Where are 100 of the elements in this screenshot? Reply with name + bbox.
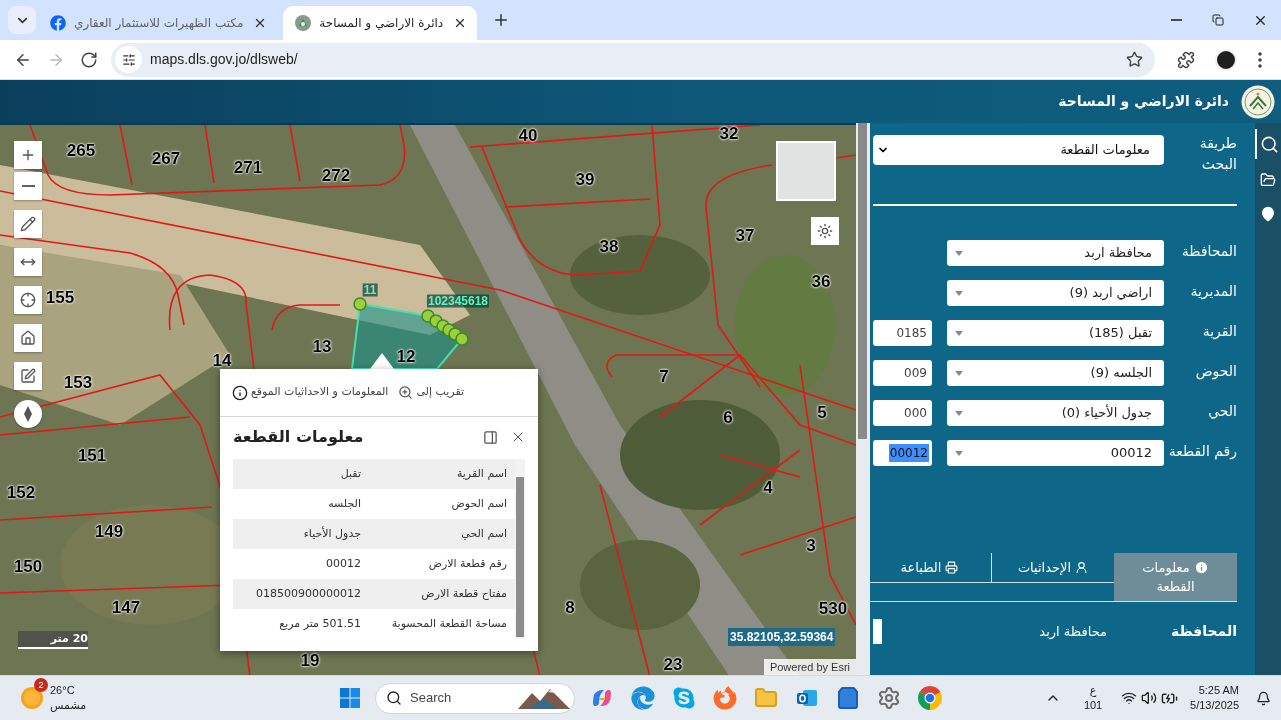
panel-tab[interactable]: معلومات القطعة bbox=[1114, 553, 1237, 601]
field-name: اسم الحي bbox=[460, 525, 508, 542]
pencil-icon bbox=[20, 216, 36, 232]
info-icon bbox=[1193, 560, 1209, 575]
dock-button[interactable] bbox=[482, 429, 498, 445]
zoom-to-link[interactable]: تقريب إلى bbox=[398, 384, 465, 401]
dropdown-field[interactable]: تقبل (185) bbox=[947, 320, 1164, 346]
parcel-number: 13 bbox=[312, 338, 332, 356]
field-name: رقم قطعة الارض bbox=[427, 555, 508, 572]
home-button[interactable] bbox=[14, 324, 42, 352]
site-info-button[interactable] bbox=[115, 46, 142, 73]
code-text: 0185 bbox=[896, 325, 928, 342]
scale-bar: 20 متر bbox=[18, 631, 88, 649]
basemap-brightness-button[interactable] bbox=[811, 217, 839, 245]
browser-tab[interactable]: دائرة الاراضي و المساحة bbox=[283, 6, 478, 40]
parcel-number: 3 bbox=[806, 537, 816, 555]
dropdown-field[interactable]: 00012 bbox=[947, 440, 1164, 466]
location-info-link[interactable]: المعلومات و الاحداثيات الموقع bbox=[232, 384, 389, 401]
dropdown-field[interactable]: الجلسه (9) bbox=[947, 360, 1164, 386]
search-method-select[interactable]: معلومات القطعة bbox=[873, 135, 1164, 165]
tab-list-button[interactable] bbox=[8, 6, 36, 34]
zoom-in-button[interactable] bbox=[14, 141, 42, 169]
edit-button[interactable] bbox=[14, 362, 42, 390]
code-text: 000 bbox=[904, 405, 928, 422]
result-scrollbar-thumb[interactable] bbox=[873, 619, 882, 644]
printer-icon bbox=[945, 560, 959, 574]
mountain-scene-drawing bbox=[518, 687, 570, 709]
vertex-marker[interactable] bbox=[455, 332, 469, 346]
firefox-icon bbox=[712, 686, 737, 710]
draw-button[interactable] bbox=[14, 210, 42, 238]
field-label: القرية bbox=[1201, 322, 1237, 341]
field-value: جدول الأحياء bbox=[302, 525, 362, 542]
profile-avatar[interactable] bbox=[1215, 48, 1237, 71]
notification-badge: 2 bbox=[34, 678, 48, 692]
panel-scrollbar-thumb[interactable] bbox=[858, 123, 867, 439]
code-field[interactable]: 00012 bbox=[873, 440, 932, 466]
panel-tab[interactable]: الإحداثيات bbox=[991, 553, 1114, 583]
dock-panel-icon bbox=[482, 429, 498, 445]
search-icon bbox=[386, 690, 402, 706]
parcel-number: 150 bbox=[13, 558, 43, 576]
site-settings-icon bbox=[121, 52, 136, 67]
field-name: اسم الحوض bbox=[450, 495, 508, 512]
menu-icon bbox=[1258, 51, 1262, 68]
panel-tab[interactable]: الطباعة bbox=[868, 553, 991, 583]
caret-icon bbox=[955, 250, 963, 256]
parcel-number: 14 bbox=[212, 352, 232, 370]
code-field[interactable]: 009 bbox=[873, 360, 932, 386]
parcel-number: 4 bbox=[763, 479, 773, 497]
field-name: مفتاح قطعة الارض bbox=[420, 585, 508, 602]
edit-icon bbox=[20, 368, 36, 384]
caret-icon bbox=[955, 370, 963, 376]
dropdown-field[interactable]: محافظة اربد bbox=[947, 240, 1164, 266]
address-bar[interactable]: maps.dls.gov.jo/dlsweb/ bbox=[111, 42, 1155, 77]
parcel-number: 40 bbox=[518, 127, 538, 145]
minimize-icon bbox=[1170, 19, 1182, 21]
settings-icon bbox=[876, 686, 901, 710]
person-icon bbox=[1075, 560, 1089, 574]
url-text: maps.dls.gov.jo/dlsweb/ bbox=[150, 50, 298, 69]
field-label: رقم القطعة bbox=[1167, 442, 1237, 461]
home-icon bbox=[20, 330, 36, 346]
caret-icon bbox=[955, 450, 963, 456]
parcel-number: 272 bbox=[321, 167, 351, 185]
vertex-label: 11 bbox=[362, 283, 378, 297]
app-title: دائرة الاراضي و المساحة bbox=[1058, 92, 1229, 112]
parcel-number: 38 bbox=[599, 238, 619, 256]
field-value: تقبل bbox=[339, 465, 362, 482]
department-logo-icon bbox=[1241, 84, 1275, 119]
measure-button[interactable] bbox=[14, 248, 42, 276]
code-field[interactable]: 000 bbox=[873, 400, 932, 426]
field-name: مساحة القطعة المحسوبة bbox=[390, 615, 508, 632]
caret-icon bbox=[955, 290, 963, 296]
puzzle-icon bbox=[1177, 50, 1195, 69]
parcel-number: 152 bbox=[6, 484, 36, 502]
skype-icon bbox=[671, 686, 696, 710]
browser-tab[interactable]: مكتب الظهيرات للاستثمار العقاري bbox=[40, 6, 278, 40]
parcel-number: 7 bbox=[659, 368, 669, 386]
code-field[interactable]: 0185 bbox=[873, 320, 932, 346]
facebook-icon bbox=[50, 15, 66, 31]
taskbar-search-field[interactable]: Search bbox=[375, 682, 575, 714]
bookmark-star-icon[interactable] bbox=[1126, 51, 1143, 68]
parcel-number: 271 bbox=[233, 159, 263, 177]
bell-icon bbox=[1255, 690, 1271, 706]
crosshair-icon bbox=[20, 292, 36, 308]
vertex-marker[interactable] bbox=[353, 297, 367, 311]
field-value: الجلسه bbox=[327, 495, 362, 512]
clock-button[interactable]: 5:25 AM 5/13/2025 bbox=[1190, 679, 1243, 717]
field-label: طريقة البحث bbox=[1198, 134, 1237, 174]
parcel-number: 19 bbox=[300, 652, 320, 670]
parcel-number: 153 bbox=[63, 374, 93, 392]
field-label: الحي bbox=[1207, 402, 1237, 421]
parcel-number: 32 bbox=[719, 125, 739, 143]
dropdown-field[interactable]: جدول الأحياء (0) bbox=[947, 400, 1164, 426]
dropdown-field[interactable]: اراضي اربد (9) bbox=[947, 280, 1164, 306]
parcel-number: 36 bbox=[811, 273, 831, 291]
locate-button[interactable] bbox=[14, 286, 42, 314]
field-value: 501.51 متر مربع bbox=[278, 615, 362, 632]
zoom-out-button[interactable] bbox=[14, 172, 42, 200]
result-value: محافظة اربد bbox=[1039, 622, 1107, 642]
scrollbar-thumb[interactable] bbox=[516, 477, 524, 637]
coordinates-readout: 35.82105,32.59364 bbox=[728, 628, 836, 646]
